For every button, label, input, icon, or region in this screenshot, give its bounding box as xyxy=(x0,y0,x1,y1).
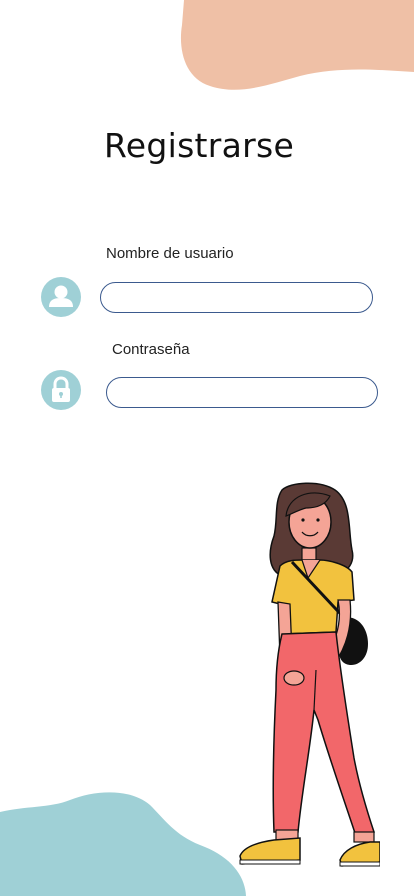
password-field[interactable] xyxy=(106,377,378,408)
password-label: Contraseña xyxy=(112,341,190,358)
page-title: Registrarse xyxy=(104,126,295,165)
username-label: Nombre de usuario xyxy=(106,245,234,262)
username-field[interactable] xyxy=(100,282,373,313)
walking-woman-illustration xyxy=(239,482,380,867)
user-icon xyxy=(41,277,81,317)
lock-icon xyxy=(41,370,81,410)
